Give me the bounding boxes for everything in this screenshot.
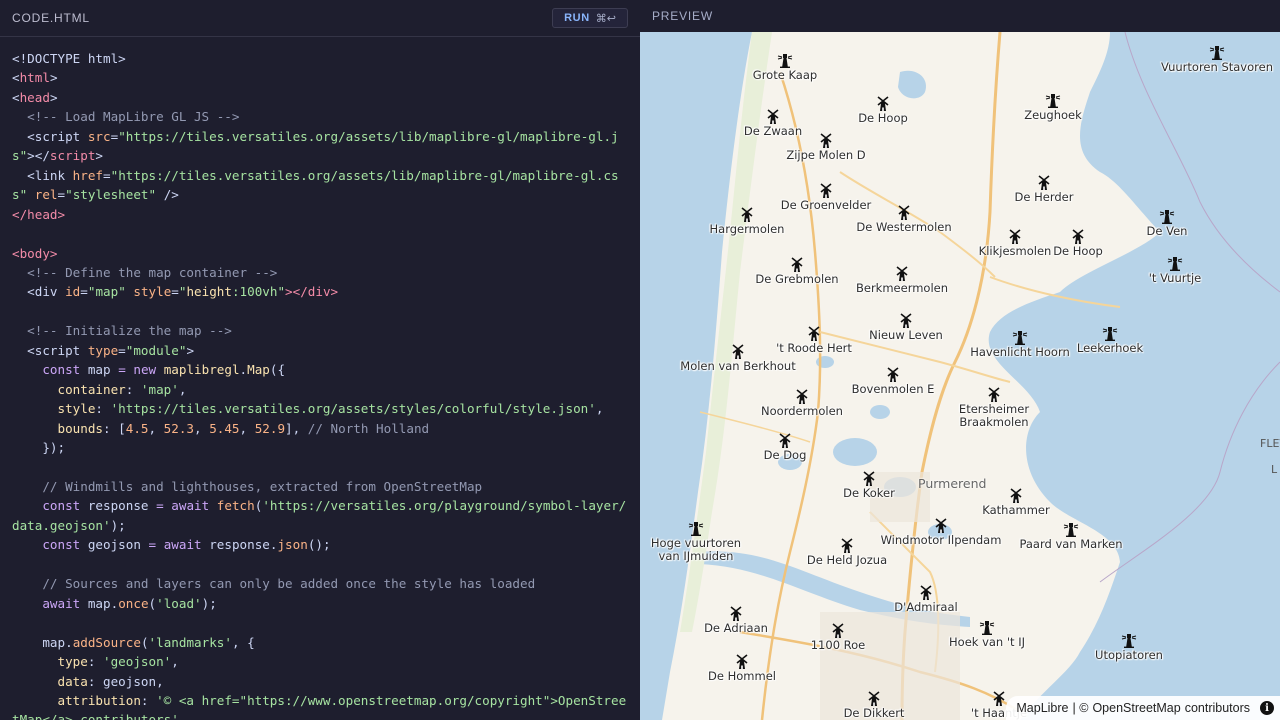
landmark-label: Kathammer	[982, 503, 1050, 517]
landmark-label: De Grebmolen	[755, 272, 839, 286]
landmark-label: Bovenmolen E	[851, 382, 935, 396]
code-file-title: CODE.HTML	[12, 11, 90, 25]
windmill-icon[interactable]	[806, 325, 822, 341]
lighthouse-icon[interactable]	[1045, 92, 1061, 108]
landmark-label: De Held Jozua	[806, 553, 888, 567]
landmark-label: Zeughoek	[1024, 108, 1082, 122]
windmill-icon[interactable]	[777, 432, 793, 448]
windmill-icon[interactable]	[728, 605, 744, 621]
windmill-icon[interactable]	[933, 517, 949, 533]
windmill-icon[interactable]	[1070, 228, 1086, 244]
windmill-icon[interactable]	[818, 132, 834, 148]
windmill-icon[interactable]	[830, 622, 846, 638]
code-editor[interactable]: <!DOCTYPE html> <html> <head> <!-- Load …	[12, 49, 628, 720]
lighthouse-icon[interactable]	[1209, 44, 1225, 60]
lighthouse-icon[interactable]	[1159, 208, 1175, 224]
windmill-icon[interactable]	[818, 182, 834, 198]
attribution-contributors: contributors	[1184, 701, 1250, 715]
landmark-label: 1100 Roe	[810, 638, 866, 652]
landmark-label: De Herder	[1014, 190, 1074, 204]
landmark-label: De Zwaan	[743, 124, 803, 138]
preview-panel: PREVIEW Grote Kaap Vuurtoren Stavoren De…	[640, 0, 1280, 720]
lighthouse-icon[interactable]	[1167, 255, 1183, 271]
lighthouse-icon[interactable]	[1063, 521, 1079, 537]
run-shortcut-hint: ⌘↩	[595, 11, 616, 25]
landmark-label: De Koker	[843, 486, 895, 500]
landmark-label: Leekerhoek	[1076, 341, 1144, 355]
windmill-icon[interactable]	[839, 537, 855, 553]
map-canvas[interactable]: Grote Kaap Vuurtoren Stavoren De Zwaan De H…	[640, 32, 1280, 720]
windmill-icon[interactable]	[1036, 174, 1052, 190]
windmill-icon[interactable]	[734, 653, 750, 669]
info-icon[interactable]: i	[1260, 701, 1274, 715]
landmark-label: De Hoop	[858, 111, 908, 125]
landmark-label: Hargermolen	[709, 222, 785, 236]
landmark-label: De Dog	[763, 448, 807, 462]
edge-label-partial: L	[1271, 463, 1278, 476]
edge-label-flevoland: FLEV	[1260, 437, 1280, 450]
landmark-label: Klikjesmolen	[978, 244, 1052, 258]
lighthouse-icon[interactable]	[1012, 329, 1028, 345]
code-panel: CODE.HTML RUN ⌘↩ <!DOCTYPE html> <html> …	[0, 0, 640, 720]
openstreetmap-link[interactable]: OpenStreetMap	[1092, 701, 1180, 715]
windmill-icon[interactable]	[730, 343, 746, 359]
landmark-label: De Groenvelder	[780, 198, 872, 212]
landmark-label: Grote Kaap	[752, 68, 818, 82]
landmark-label: D'Admiraal	[894, 600, 958, 614]
lighthouse-icon[interactable]	[979, 619, 995, 635]
maplibre-link[interactable]: MapLibre	[1016, 701, 1068, 715]
landmark-label: De Adriaan	[704, 621, 768, 635]
windmill-icon[interactable]	[794, 388, 810, 404]
windmill-icon[interactable]	[986, 386, 1002, 402]
landmark-label: Hoek van 't IJ	[949, 635, 1025, 649]
windmill-icon[interactable]	[739, 206, 755, 222]
windmill-icon[interactable]	[875, 95, 891, 111]
run-button[interactable]: RUN ⌘↩	[552, 8, 628, 28]
landmark-label: Hoge vuurtoren van IJmuiden	[650, 536, 742, 563]
windmill-icon[interactable]	[991, 690, 1007, 706]
code-comment: <!-- Load MapLibre GL JS -->	[27, 109, 240, 125]
lighthouse-icon[interactable]	[1102, 325, 1118, 341]
windmill-icon[interactable]	[789, 256, 805, 272]
windmill-icon[interactable]	[1008, 487, 1024, 503]
windmill-icon[interactable]	[1007, 228, 1023, 244]
landmark-label: De Hoop	[1053, 244, 1103, 258]
landmark-label: De Dikkert	[843, 706, 905, 720]
landmark-label: Utopiatoren	[1095, 648, 1163, 662]
map-attribution: MapLibre | © OpenStreetMap contributors …	[1006, 696, 1280, 720]
landmark-label: De Ven	[1146, 224, 1188, 238]
lighthouse-icon[interactable]	[688, 520, 704, 536]
landmark-label: Havenlicht Hoorn	[970, 345, 1070, 359]
windmill-icon[interactable]	[765, 108, 781, 124]
landmark-label: De Hommel	[708, 669, 776, 683]
town-label-purmerend: Purmerend	[918, 476, 987, 491]
windmill-icon[interactable]	[898, 312, 914, 328]
landmark-label: Etersheimer Braakmolen	[958, 402, 1030, 429]
landmark-label: 't Roode Hert	[776, 341, 852, 355]
landmark-label: Zijpe Molen D	[786, 148, 866, 162]
landmark-label: Paard van Marken	[1019, 537, 1123, 551]
windmill-icon[interactable]	[918, 584, 934, 600]
landmark-label: Vuurtoren Stavoren	[1161, 60, 1273, 74]
run-button-label: RUN	[564, 12, 590, 24]
windmill-icon[interactable]	[894, 265, 910, 281]
lighthouse-icon[interactable]	[1121, 632, 1137, 648]
landmark-label: De Westermolen	[856, 220, 952, 234]
landmark-label: Noordermolen	[761, 404, 843, 418]
preview-title: PREVIEW	[652, 9, 713, 23]
code-token: <!DOCTYPE html>	[12, 51, 126, 66]
landmark-label: Molen van Berkhout	[680, 359, 796, 373]
windmill-icon[interactable]	[896, 204, 912, 220]
windmill-icon[interactable]	[885, 366, 901, 382]
code-header: CODE.HTML RUN ⌘↩	[0, 0, 640, 37]
landmark-label: Berkmeermolen	[855, 281, 949, 295]
attribution-separator: | ©	[1072, 701, 1089, 715]
landmark-label: 't Vuurtje	[1148, 271, 1202, 285]
lighthouse-icon[interactable]	[777, 52, 793, 68]
windmill-icon[interactable]	[861, 470, 877, 486]
windmill-icon[interactable]	[866, 690, 882, 706]
landmark-label: Nieuw Leven	[869, 328, 943, 342]
preview-header: PREVIEW	[640, 0, 1280, 32]
landmark-label: Windmotor Ilpendam	[880, 533, 1002, 547]
